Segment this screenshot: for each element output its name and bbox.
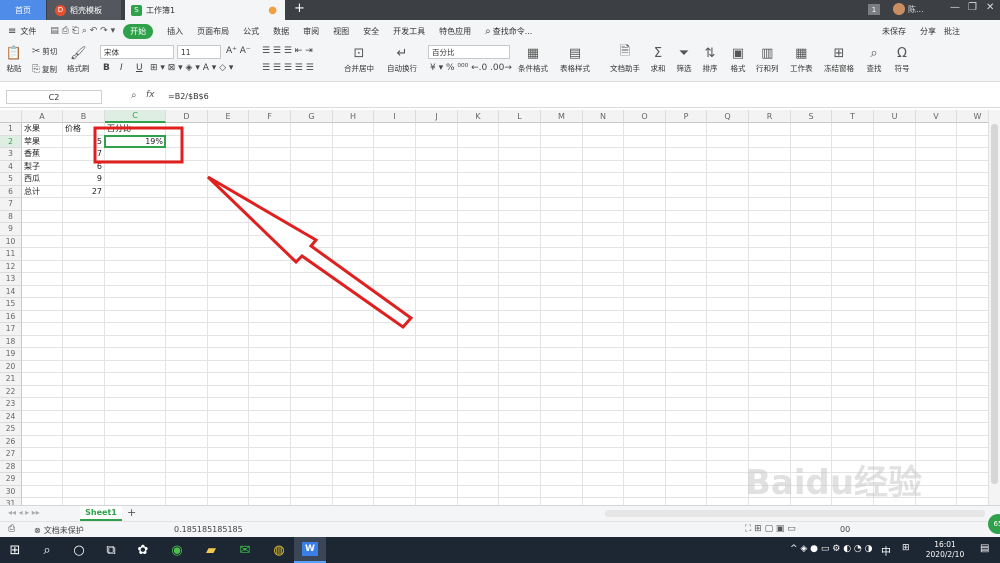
sheet-nav-icons[interactable]: ◂◂ ◂ ▸ ▸▸: [8, 508, 40, 517]
macro-icon[interactable]: ⎙: [8, 524, 15, 534]
wechat-icon[interactable]: ✉: [230, 537, 260, 563]
highlight-box: [93, 126, 184, 164]
add-sheet-button[interactable]: +: [127, 506, 136, 519]
clock-time: 16:01: [934, 540, 956, 549]
notification-icon[interactable]: ▤: [980, 543, 989, 554]
sheet-tab-bar: ◂◂ ◂ ▸ ▸▸ Sheet1 +: [0, 505, 1000, 521]
selection-value: 0.185185185185: [174, 525, 243, 534]
clock-date: 2020/2/10: [925, 550, 965, 559]
file-explorer-icon[interactable]: ▰: [196, 537, 226, 563]
task-view-icon[interactable]: ⧉: [96, 537, 126, 563]
clock[interactable]: 16:01 2020/2/10: [920, 540, 970, 560]
windows-start-icon[interactable]: ⊞: [0, 537, 30, 563]
protect-label: 文档未保护: [43, 526, 84, 535]
cortana-icon[interactable]: ○: [64, 537, 94, 563]
360-browser-icon[interactable]: ◉: [162, 537, 192, 563]
view-mode-icons[interactable]: ⛶ ⊞ ▢ ▣ ▭: [745, 524, 796, 534]
shield-icon: ⊗: [34, 526, 41, 535]
horizontal-scrollbar[interactable]: [605, 510, 985, 517]
status-bar: ⎙ ⊗文档未保护 0.185185185185 ⛶ ⊞ ▢ ▣ ▭ 00 65: [0, 514, 1000, 537]
floating-assistant-icon[interactable]: 65: [988, 514, 1000, 534]
ime-indicator[interactable]: 中: [881, 543, 891, 558]
wps-taskbar-icon[interactable]: W: [294, 537, 326, 563]
pointer-arrow: [206, 175, 414, 329]
os-taskbar: ⊞ ⌕ ○ ⧉ ✿ ◉ ▰ ✉ ◍ W ^ ◈ ● ▭ ⚙ ◐ ◔ ◑ 中 ⊞ …: [0, 537, 1000, 563]
wps-icon: W: [302, 542, 318, 556]
chrome-icon[interactable]: ◍: [264, 537, 294, 563]
pinwheel-app-icon[interactable]: ✿: [128, 537, 158, 563]
tray-icons[interactable]: ^ ◈ ● ▭ ⚙ ◐ ◔ ◑: [790, 544, 872, 554]
search-icon[interactable]: ⌕: [32, 537, 62, 563]
tray-grid-icon[interactable]: ⊞: [902, 543, 910, 553]
sheet-tab-sheet1[interactable]: Sheet1: [80, 506, 122, 521]
protect-status[interactable]: ⊗ 文档未保护: [34, 525, 84, 536]
zoom-value[interactable]: 00: [840, 525, 850, 534]
